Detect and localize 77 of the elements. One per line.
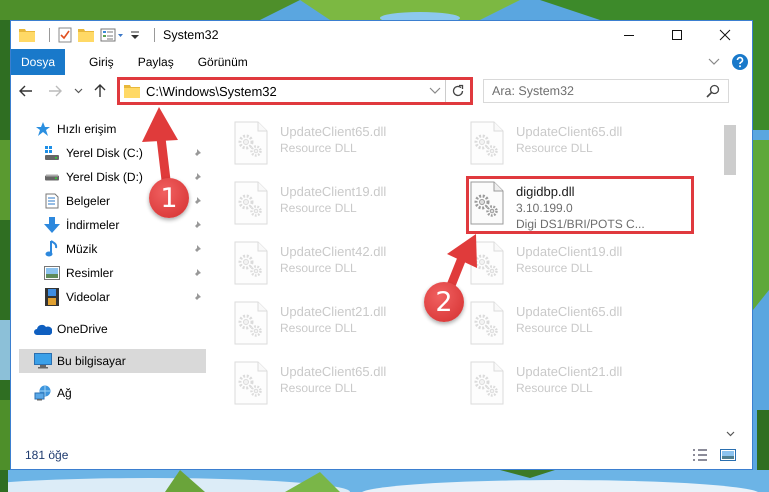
computer-icon <box>34 353 52 369</box>
nav-item[interactable]: Yerel Disk (D:) <box>19 165 143 189</box>
nav-item[interactable]: İndirmeler <box>19 213 120 237</box>
customize-caret-icon[interactable] <box>130 30 140 40</box>
star-icon <box>35 121 51 137</box>
recent-locations-icon <box>74 88 82 94</box>
nav-item[interactable]: Ağ <box>19 381 206 405</box>
cloud-icon <box>34 323 52 335</box>
file-detail: 3.10.199.0 <box>516 200 574 216</box>
refresh-icon[interactable] <box>451 84 465 98</box>
dll-file-icon <box>234 121 268 165</box>
dll-file-icon <box>470 181 504 225</box>
maximize-icon <box>671 29 683 41</box>
download-arrow-icon <box>43 217 61 233</box>
forward-icon <box>48 85 62 97</box>
address-bar[interactable]: C:\Windows\System32 <box>117 77 473 105</box>
nav-item[interactable]: Belgeler <box>19 189 110 213</box>
ribbon-tab[interactable]: Dosya <box>11 49 66 75</box>
nav-label: Videolar <box>66 290 110 304</box>
network-icon <box>34 385 52 401</box>
dll-file-icon <box>470 121 504 165</box>
folder-icon <box>124 84 140 98</box>
large-icons-view-icon[interactable] <box>720 448 736 462</box>
nav-label: Yerel Disk (D:) <box>66 170 143 184</box>
nav-item[interactable]: Bu bilgisayar <box>19 349 206 373</box>
dll-file-icon <box>234 301 268 345</box>
back-icon <box>19 85 33 97</box>
nav-label: Müzik <box>66 242 98 256</box>
dll-file-icon <box>470 361 504 405</box>
dll-file-icon <box>470 301 504 345</box>
close-icon <box>719 29 731 41</box>
dll-file-icon <box>234 361 268 405</box>
folder-icon[interactable] <box>19 28 35 42</box>
ribbon-tab[interactable]: Paylaş <box>138 49 174 75</box>
search-icon <box>706 84 720 98</box>
properties-icon[interactable] <box>100 28 124 42</box>
item-count: 181 öğe <box>25 448 68 462</box>
expand-ribbon-icon[interactable] <box>708 58 720 66</box>
nav-label: Ağ <box>57 386 72 400</box>
nav-item[interactable]: Videolar <box>19 285 110 309</box>
picture-icon <box>44 266 60 280</box>
nav-label: Hızlı erişim <box>57 122 116 136</box>
ribbon-tab[interactable]: Görünüm <box>198 49 248 75</box>
nav-item[interactable]: Yerel Disk (C:) <box>19 141 143 165</box>
nav-label: Resimler <box>66 266 114 280</box>
nav-item[interactable]: OneDrive <box>19 317 206 341</box>
nav-label: Yerel Disk (C:) <box>66 146 143 160</box>
drive-icon <box>44 145 60 161</box>
dll-file-icon <box>234 241 268 285</box>
dropdown-icon[interactable] <box>429 87 441 95</box>
nav-label: İndirmeler <box>66 218 120 232</box>
new-folder-icon[interactable] <box>78 28 94 42</box>
file-tile[interactable]: digidbp.dll 3.10.199.0 Digi DS1/BRI/POTS C... <box>466 176 694 234</box>
nav-label: Bu bilgisayar <box>57 354 126 368</box>
dll-file-icon <box>234 181 268 225</box>
nav-item[interactable]: Hızlı erişim <box>19 117 206 141</box>
scroll-down-icon[interactable] <box>726 431 734 437</box>
nav-item[interactable]: Müzik <box>19 237 98 261</box>
ribbon-tab[interactable]: Giriş <box>89 49 114 75</box>
checkmark-document-icon[interactable] <box>58 27 72 43</box>
search-field[interactable]: Ara: System32 <box>483 79 729 103</box>
file-detail: Digi DS1/BRI/POTS C... <box>516 216 645 232</box>
up-icon <box>94 84 106 98</box>
help-icon[interactable] <box>732 54 748 70</box>
document-icon <box>45 193 59 209</box>
nav-label: OneDrive <box>57 322 108 336</box>
search-placeholder: Ara: System32 <box>492 84 574 98</box>
music-note-icon <box>45 240 59 258</box>
scrollbar-thumb[interactable] <box>724 125 736 175</box>
film-icon <box>45 288 59 306</box>
nav-item[interactable]: Resimler <box>19 261 114 285</box>
nav-label: Belgeler <box>66 194 110 208</box>
file-name: digidbp.dll <box>516 183 576 200</box>
window-title: System32 <box>163 28 219 42</box>
address-path: C:\Windows\System32 <box>146 84 278 98</box>
drive-icon <box>45 174 59 180</box>
details-view-icon[interactable] <box>692 448 708 462</box>
